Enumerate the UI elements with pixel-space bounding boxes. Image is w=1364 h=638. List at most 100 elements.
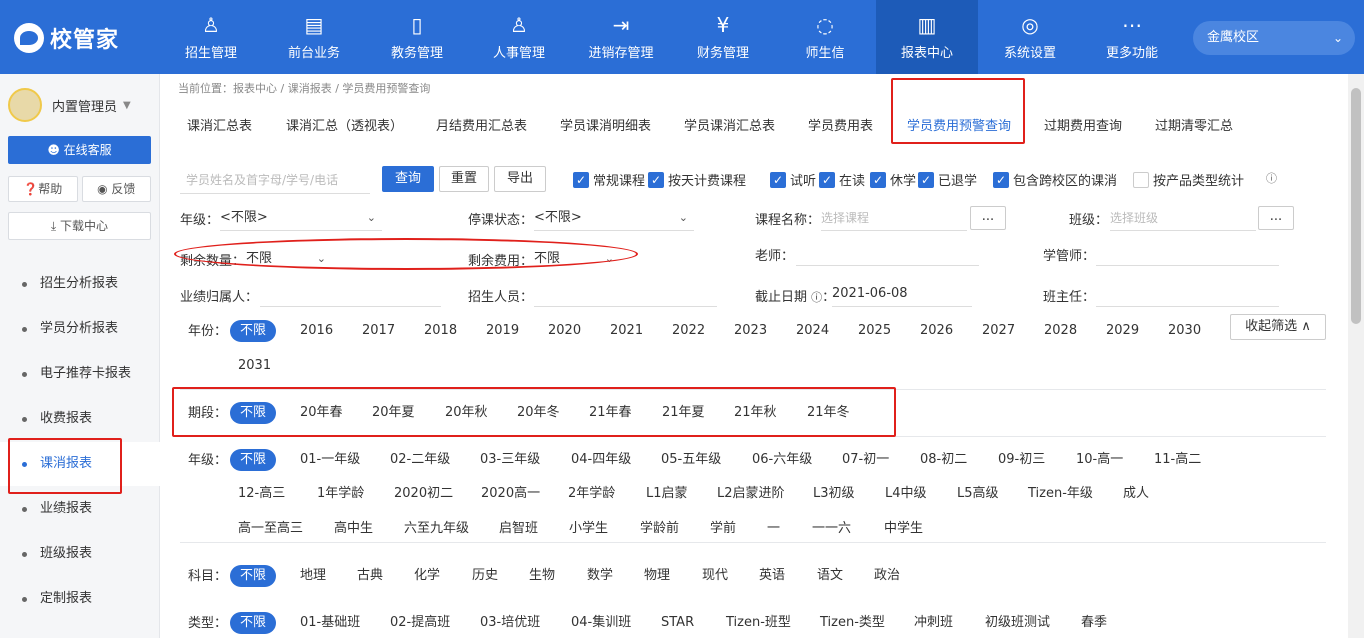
grade-option[interactable]: 2020初二 [384, 483, 463, 505]
grade-option[interactable]: 09-初三 [988, 449, 1055, 471]
performance-owner-input[interactable] [260, 281, 441, 307]
grade-option[interactable]: 学龄前 [630, 518, 689, 540]
grade-option[interactable]: 一一六 [802, 518, 861, 540]
year-option[interactable]: 2025 [848, 320, 901, 342]
report-tab[interactable]: 学员课消汇总表 [684, 115, 775, 134]
type-option[interactable]: 冲刺班 [904, 612, 963, 634]
year-option[interactable]: 2030 [1158, 320, 1211, 342]
collapse-filter-button[interactable]: 收起筛选 ∧ [1230, 314, 1326, 340]
year-option[interactable]: 2019 [476, 320, 529, 342]
sidebar-item[interactable]: 定制报表 [0, 577, 160, 621]
year-option[interactable]: 2016 [290, 320, 343, 342]
nav-item[interactable]: ♙ 人事管理 [468, 0, 570, 74]
year-option[interactable]: 2020 [538, 320, 591, 342]
type-option[interactable]: 不限 [230, 612, 277, 634]
nav-item[interactable]: ¥ 财务管理 [672, 0, 774, 74]
type-option[interactable]: Tizen-班型 [716, 612, 801, 634]
filter-checkbox[interactable]: ✓ 包含跨校区的课消 [993, 170, 1117, 189]
grade-option[interactable]: 启智班 [489, 518, 548, 540]
grade-option[interactable]: 12-高三 [228, 483, 295, 505]
stop-status-select[interactable]: <不限> ⌄ [534, 205, 694, 231]
subject-option[interactable]: 生物 [519, 565, 565, 587]
nav-item[interactable]: ◎ 系统设置 [979, 0, 1081, 74]
nav-item[interactable]: ♙ 招生管理 [160, 0, 262, 74]
grade-option[interactable]: 小学生 [559, 518, 618, 540]
grade-option[interactable]: 11-高二 [1144, 449, 1211, 471]
year-option[interactable]: 2023 [724, 320, 777, 342]
subject-option[interactable]: 不限 [230, 565, 277, 587]
year-option[interactable]: 2026 [910, 320, 963, 342]
grade-option[interactable]: L4中级 [875, 483, 937, 505]
report-tab[interactable]: 课消汇总（透视表） [286, 115, 403, 134]
help-button[interactable]: ❓帮助 [8, 176, 78, 202]
sidebar-item[interactable]: 班级报表 [0, 532, 160, 576]
filter-checkbox[interactable]: ✓ 已退学 [918, 170, 977, 189]
grade-option[interactable]: 学前 [700, 518, 746, 540]
course-picker[interactable]: 选择课程 [821, 205, 967, 231]
filter-checkbox[interactable]: ✓ 常规课程 [573, 170, 645, 189]
subject-option[interactable]: 英语 [749, 565, 795, 587]
grade-option[interactable]: 01-一年级 [290, 449, 370, 471]
nav-item[interactable]: ⇥ 进销存管理 [570, 0, 672, 74]
subject-option[interactable]: 古典 [347, 565, 393, 587]
grade-option[interactable]: 2年学龄 [558, 483, 625, 505]
report-tab[interactable]: 课消汇总表 [187, 115, 252, 134]
scrollbar[interactable] [1348, 74, 1364, 638]
grade-option[interactable]: L5高级 [947, 483, 1009, 505]
grade-option[interactable]: 05-五年级 [651, 449, 731, 471]
grade-option[interactable]: 高中生 [324, 518, 383, 540]
year-option[interactable]: 2031 [228, 355, 281, 377]
year-option[interactable]: 2024 [786, 320, 839, 342]
download-center-button[interactable]: ⤓ 下载中心 [8, 212, 151, 240]
manager-input[interactable] [1096, 240, 1279, 266]
year-option[interactable]: 2029 [1096, 320, 1149, 342]
type-option[interactable]: 春季 [1071, 612, 1117, 634]
subject-option[interactable]: 数学 [577, 565, 623, 587]
year-option[interactable]: 不限 [230, 320, 277, 342]
deadline-date-input[interactable]: 2021-06-08 [832, 281, 972, 307]
filter-checkbox[interactable]: ✓ 按天计费课程 [648, 170, 746, 189]
filter-checkbox[interactable]: ✓ 休学 [870, 170, 916, 189]
report-tab[interactable]: 月结费用汇总表 [436, 115, 527, 134]
year-option[interactable]: 2021 [600, 320, 653, 342]
type-option[interactable]: 03-培优班 [470, 612, 550, 634]
grade-option[interactable]: L2启蒙进阶 [707, 483, 795, 505]
class-more-button[interactable]: ... [1258, 206, 1294, 230]
subject-option[interactable]: 化学 [404, 565, 450, 587]
grade-option[interactable]: 六至九年级 [394, 518, 479, 540]
filter-checkbox[interactable]: ✓ 试听 [770, 170, 816, 189]
type-option[interactable]: Tizen-类型 [810, 612, 895, 634]
nav-item[interactable]: ⋯ 更多功能 [1081, 0, 1183, 74]
grade-select[interactable]: <不限> ⌄ [220, 205, 382, 231]
head-teacher-input[interactable] [1096, 281, 1279, 307]
grade-option[interactable]: 03-三年级 [470, 449, 550, 471]
subject-option[interactable]: 物理 [634, 565, 680, 587]
nav-item[interactable]: ◌ 师生信 [774, 0, 876, 74]
grade-option[interactable]: 不限 [230, 449, 277, 471]
student-search-input[interactable]: 学员姓名及首字母/学号/电话 [180, 166, 370, 194]
grade-option[interactable]: 成人 [1113, 483, 1159, 505]
sidebar-item[interactable]: 招生分析报表 [0, 262, 160, 306]
grade-option[interactable]: 04-四年级 [561, 449, 641, 471]
online-service-button[interactable]: ☻ 在线客服 [8, 136, 151, 164]
query-button[interactable]: 查询 [382, 166, 434, 192]
sidebar-item[interactable]: 收费报表 [0, 397, 160, 441]
nav-item[interactable]: ▤ 前台业务 [263, 0, 365, 74]
nav-item[interactable]: ▯ 教务管理 [366, 0, 468, 74]
year-option[interactable]: 2027 [972, 320, 1025, 342]
type-option[interactable]: 02-提高班 [380, 612, 460, 634]
sidebar-item[interactable]: 学员分析报表 [0, 307, 160, 351]
recruiter-input[interactable] [534, 281, 717, 307]
type-option[interactable]: 01-基础班 [290, 612, 370, 634]
subject-option[interactable]: 地理 [290, 565, 336, 587]
scrollbar-thumb[interactable] [1351, 88, 1361, 324]
year-option[interactable]: 2018 [414, 320, 467, 342]
grade-option[interactable]: 高一至高三 [228, 518, 313, 540]
filter-checkbox[interactable]: ✓ 按产品类型统计 [1133, 170, 1244, 189]
type-option[interactable]: 04-集训班 [561, 612, 641, 634]
grade-option[interactable]: 07-初一 [832, 449, 899, 471]
class-picker[interactable]: 选择班级 [1110, 205, 1256, 231]
subject-option[interactable]: 历史 [462, 565, 508, 587]
grade-option[interactable]: 1年学龄 [307, 483, 374, 505]
report-tab[interactable]: 学员费用表 [808, 115, 873, 134]
